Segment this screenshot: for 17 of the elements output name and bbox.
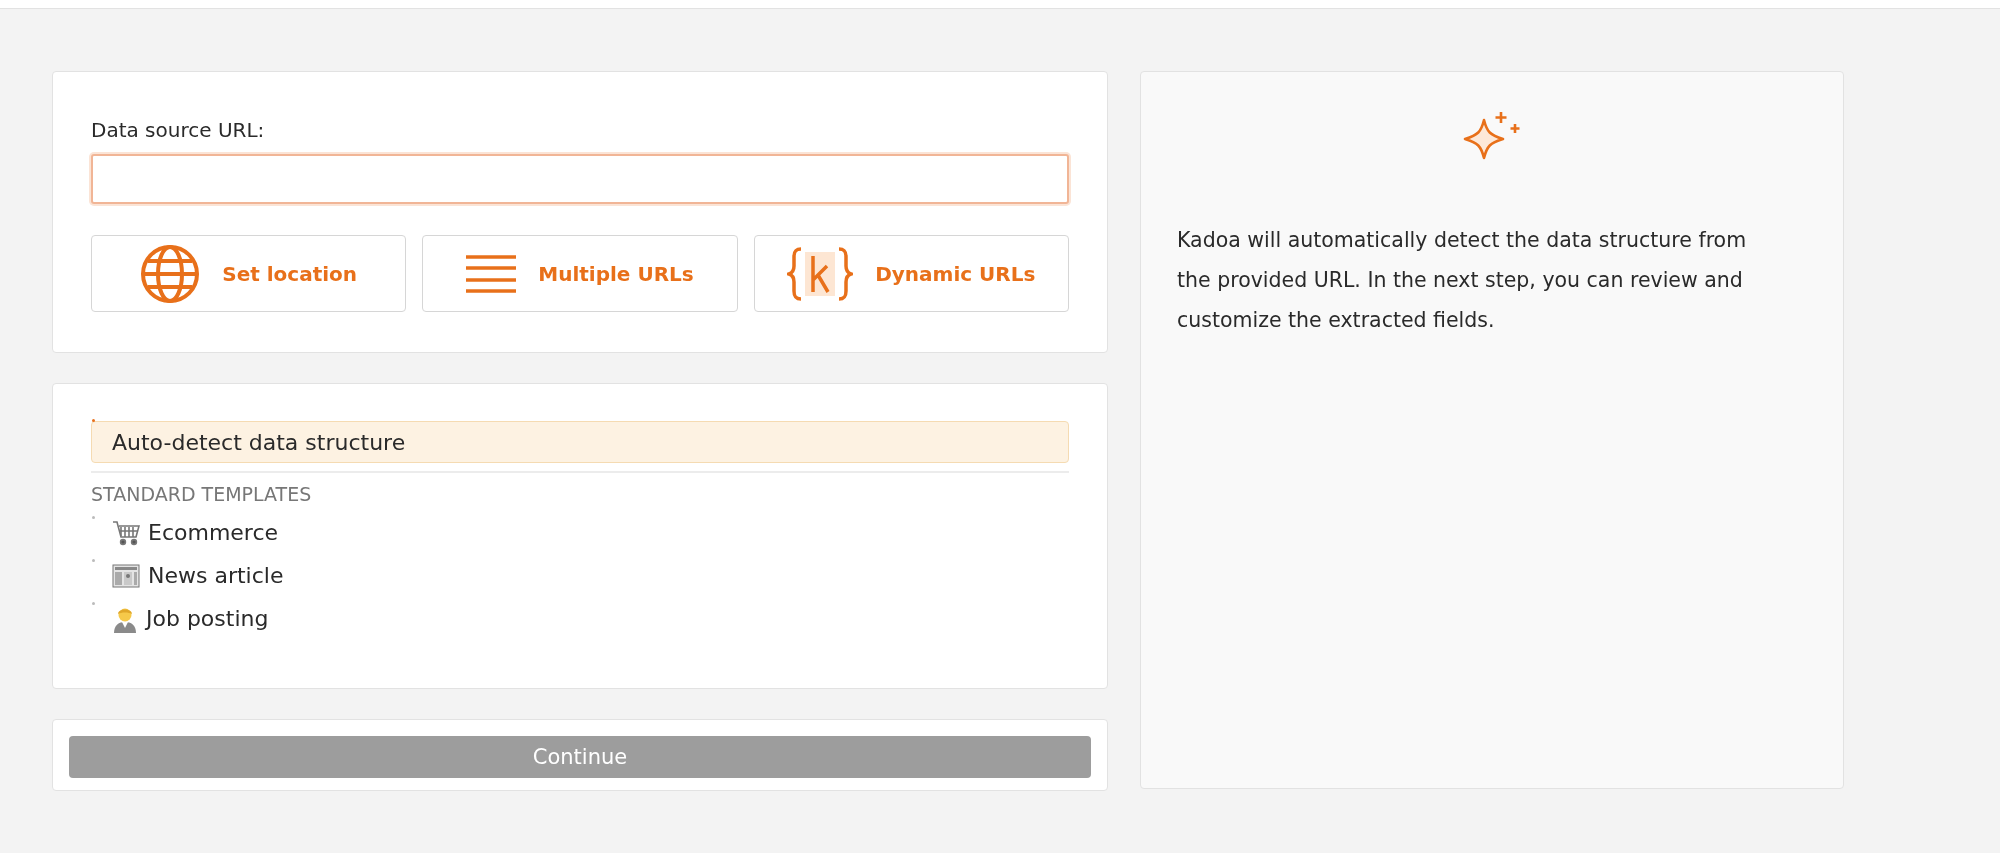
url-field[interactable] (91, 154, 1069, 204)
newspaper-icon (112, 562, 140, 589)
template-option[interactable]: News article (91, 554, 1069, 597)
list-bullet (92, 516, 95, 519)
section-heading: STANDARD TEMPLATES (91, 483, 313, 505)
cart-icon (112, 519, 140, 546)
template-option[interactable]: Job posting (91, 597, 1069, 640)
list-bullet (92, 559, 95, 562)
list-bullet (92, 602, 95, 605)
list-bullet (92, 419, 95, 422)
auto-detect-option[interactable]: Auto-detect data structure (91, 421, 1069, 463)
template-option[interactable]: Ecommerce (91, 511, 1069, 554)
menu-icon (466, 254, 517, 293)
braces-k-icon (787, 245, 854, 302)
info-text: Kadoa will automatically detect the data structure from the provided URL. In the next step, you can review and customize the extracted fields. (1177, 227, 1748, 334)
globe-icon (140, 243, 201, 304)
field-label: Data source URL: (91, 118, 266, 142)
